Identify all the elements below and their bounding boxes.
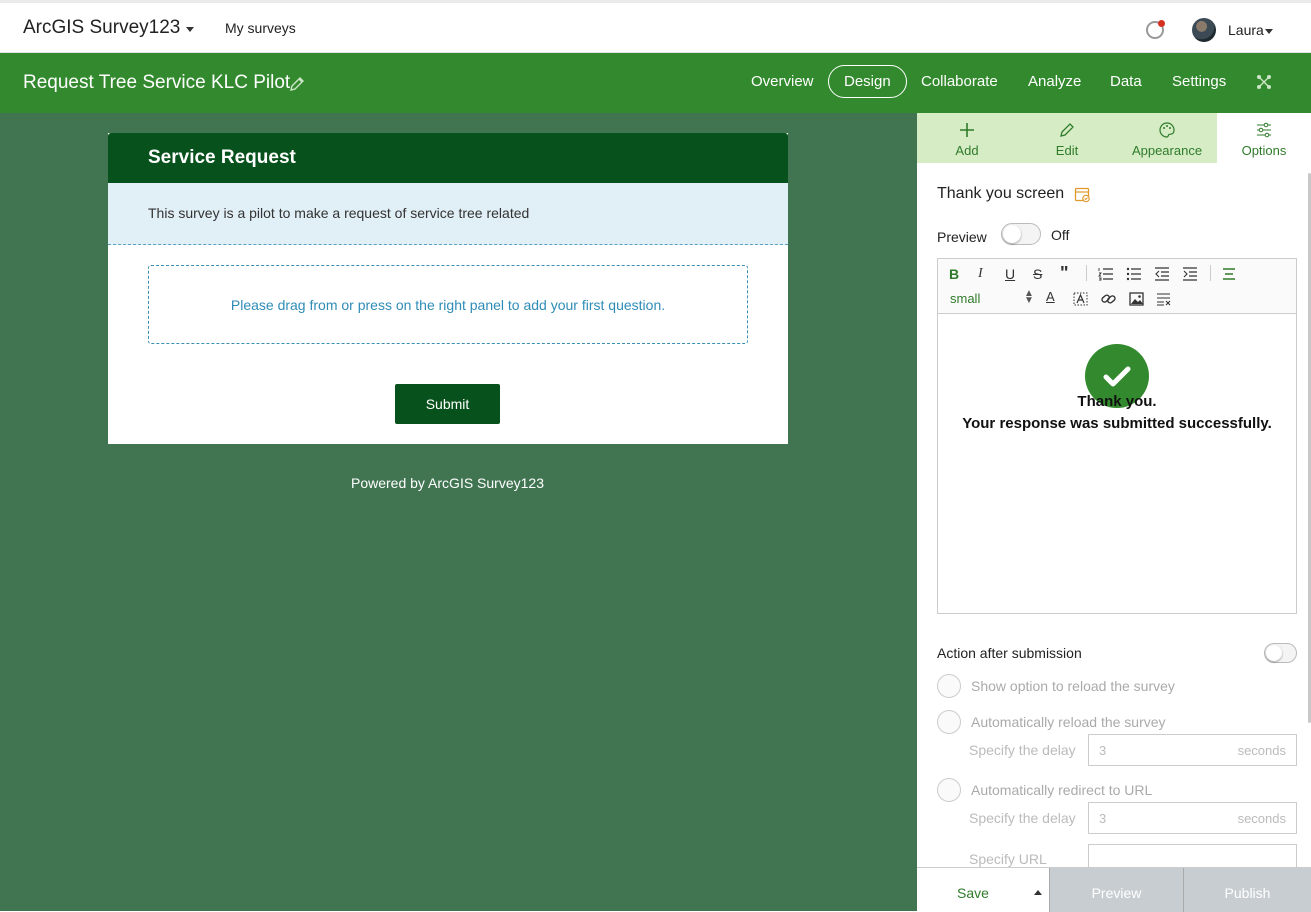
tab-collaborate[interactable]: Collaborate xyxy=(921,73,998,90)
panel-tab-appearance[interactable]: Appearance xyxy=(1117,113,1217,163)
panel-tabs: Add Edit Appearance Options xyxy=(917,113,1311,163)
top-bar: ArcGIS Survey123 My surveys Laura xyxy=(0,0,1311,53)
save-label: Save xyxy=(957,885,989,901)
font-size-select[interactable]: small xyxy=(950,291,980,306)
delay-unit: seconds xyxy=(1237,743,1286,758)
tab-overview[interactable]: Overview xyxy=(751,73,814,90)
plus-icon xyxy=(960,123,974,137)
tab-data[interactable]: Data xyxy=(1110,73,1142,90)
calendar-check-icon xyxy=(1074,187,1090,203)
font-color-icon[interactable]: A xyxy=(1046,289,1055,304)
indent-icon[interactable] xyxy=(1182,267,1198,281)
thank-you-message: Your response was submitted successfully… xyxy=(962,415,1272,432)
url-label: Specify URL xyxy=(969,851,1047,867)
survey-title: Request Tree Service KLC Pilot xyxy=(23,72,291,93)
delay-label: Specify the delay xyxy=(969,742,1076,758)
form-description[interactable]: This survey is a pilot to make a request… xyxy=(108,183,788,245)
underline-icon[interactable]: U xyxy=(1005,266,1015,282)
radio-auto-reload[interactable] xyxy=(937,710,961,734)
preview-button[interactable]: Preview xyxy=(1049,868,1183,912)
radio-show-reload[interactable] xyxy=(937,674,961,698)
sliders-icon xyxy=(1257,122,1271,138)
preview-state: Off xyxy=(1051,227,1070,243)
notification-dot-icon xyxy=(1158,20,1165,27)
italic-icon[interactable]: I xyxy=(978,266,983,282)
clear-format-icon[interactable] xyxy=(1156,292,1171,306)
link-icon[interactable] xyxy=(1101,292,1116,306)
reload-delay-input[interactable]: 3 seconds xyxy=(1088,734,1297,766)
delay-unit: seconds xyxy=(1237,811,1286,826)
toggle-knob xyxy=(1266,645,1282,661)
redirect-delay-input[interactable]: 3 seconds xyxy=(1088,802,1297,834)
delay-value: 3 xyxy=(1099,811,1107,826)
radio-redirect-url[interactable] xyxy=(937,778,961,802)
radio-label: Automatically reload the survey xyxy=(971,714,1166,730)
user-menu-caret-icon[interactable] xyxy=(1265,29,1273,34)
options-panel: Add Edit Appearance Options Thank you sc… xyxy=(917,113,1311,912)
palette-icon xyxy=(1159,122,1175,138)
toggle-knob xyxy=(1003,225,1021,243)
delay-label: Specify the delay xyxy=(969,810,1076,826)
panel-tab-add[interactable]: Add xyxy=(917,113,1017,163)
tab-settings[interactable]: Settings xyxy=(1172,73,1226,90)
publish-button-label: Publish xyxy=(1224,885,1271,901)
save-button[interactable]: Save xyxy=(917,868,1049,912)
avatar[interactable] xyxy=(1192,18,1216,42)
form-header[interactable]: Service Request xyxy=(108,133,788,183)
strikethrough-icon[interactable]: S xyxy=(1033,266,1042,282)
font-size-arrows-icon[interactable]: ▲ ▼ xyxy=(1024,289,1034,306)
toolbar-divider xyxy=(1086,265,1087,281)
dropzone-hint: Please drag from or press on the right p… xyxy=(230,297,666,313)
section-title: Thank you screen xyxy=(937,185,1065,202)
quote-icon[interactable]: " xyxy=(1060,263,1069,284)
preview-label: Preview xyxy=(937,229,987,245)
pencil-icon xyxy=(1060,123,1074,137)
form-card: Service Request This survey is a pilot t… xyxy=(108,133,788,444)
rich-text-editor[interactable]: B I U S " small ▲ ▼ A Thank you. Your res… xyxy=(937,258,1297,614)
preview-toggle[interactable] xyxy=(1001,223,1041,245)
thank-you-heading: Thank you. xyxy=(1077,393,1157,410)
panel-tab-label: Appearance xyxy=(1131,143,1203,158)
question-dropzone[interactable]: Please drag from or press on the right p… xyxy=(148,265,748,344)
editor-toolbar: B I U S " small ▲ ▼ A xyxy=(938,259,1296,314)
tab-analyze[interactable]: Analyze xyxy=(1028,73,1081,90)
panel-bottom-bar: Save Preview Publish xyxy=(917,867,1311,912)
user-name[interactable]: Laura xyxy=(1228,22,1264,38)
action-after-submission-toggle[interactable] xyxy=(1264,643,1297,663)
form-description-text: This survey is a pilot to make a request… xyxy=(148,205,530,221)
design-canvas: Service Request This survey is a pilot t… xyxy=(0,113,917,911)
panel-tab-label: Add xyxy=(955,143,979,158)
submit-button[interactable]: Submit xyxy=(395,384,500,424)
powered-by-text: Powered by ArcGIS Survey123 xyxy=(351,475,544,491)
delay-value: 3 xyxy=(1099,743,1107,758)
save-menu-caret-icon[interactable] xyxy=(1034,890,1042,895)
radio-label: Automatically redirect to URL xyxy=(971,782,1153,798)
ordered-list-icon[interactable] xyxy=(1098,267,1114,281)
edit-title-pencil-icon[interactable] xyxy=(288,75,306,93)
publish-button[interactable]: Publish xyxy=(1183,868,1311,912)
my-surveys-link[interactable]: My surveys xyxy=(225,20,296,36)
panel-tab-options[interactable]: Options xyxy=(1217,113,1311,163)
action-after-submission-label: Action after submission xyxy=(937,645,1082,661)
image-icon[interactable] xyxy=(1129,292,1144,306)
preview-button-label: Preview xyxy=(1091,885,1142,901)
radio-label: Show option to reload the survey xyxy=(971,678,1175,694)
outdent-icon[interactable] xyxy=(1154,267,1170,281)
tab-design[interactable]: Design xyxy=(828,65,907,98)
redirect-url-input[interactable] xyxy=(1088,844,1297,867)
bullet-list-icon[interactable] xyxy=(1126,267,1142,281)
bold-icon[interactable]: B xyxy=(949,266,959,282)
share-icon[interactable] xyxy=(1255,73,1273,91)
highlight-color-icon[interactable] xyxy=(1073,292,1088,306)
panel-tab-edit[interactable]: Edit xyxy=(1017,113,1117,163)
panel-tab-label: Edit xyxy=(1055,143,1079,158)
app-switcher-caret-icon[interactable] xyxy=(186,27,194,32)
panel-tab-label: Options xyxy=(1241,143,1287,158)
align-center-icon[interactable] xyxy=(1222,267,1236,281)
toolbar-divider xyxy=(1210,265,1211,281)
survey-bar: Request Tree Service KLC Pilot Overview … xyxy=(0,53,1311,113)
app-title[interactable]: ArcGIS Survey123 xyxy=(23,17,180,39)
form-title: Service Request xyxy=(148,147,296,168)
